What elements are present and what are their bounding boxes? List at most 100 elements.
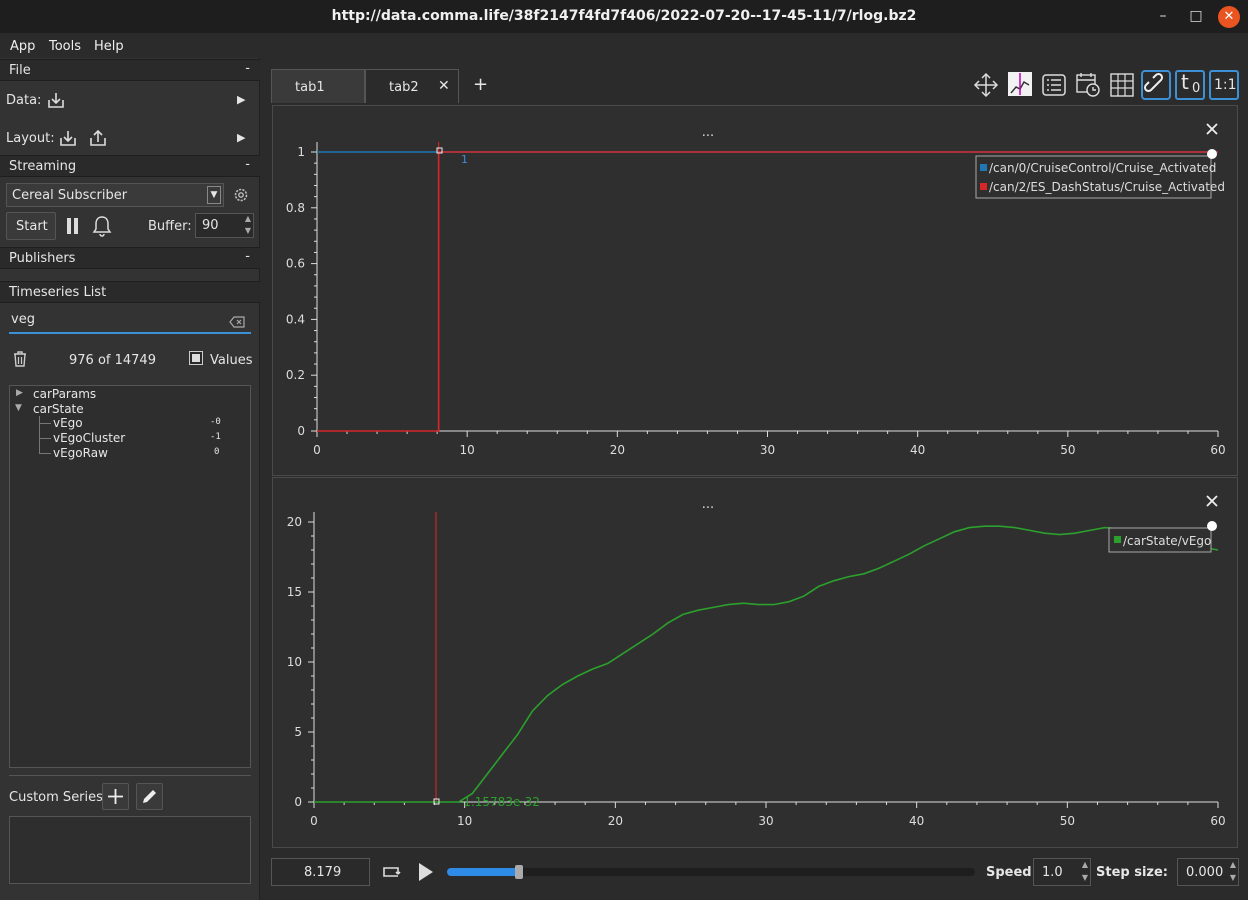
- plot-1-canvas[interactable]: ... 0 10 20 30 40 50 60 1 0.8 0.6 0.4 0.2 0 /can/0/C…: [273, 106, 1237, 475]
- streaming-section-header[interactable]: Streaming -: [0, 155, 260, 177]
- close-icon[interactable]: ✕: [1218, 6, 1240, 28]
- calendar-clock-icon[interactable]: [1075, 72, 1101, 98]
- x-tick-label: 60: [1210, 443, 1225, 457]
- y-tick-label: 0.6: [286, 257, 305, 271]
- file-header-label: File: [9, 63, 31, 78]
- data-expand-icon[interactable]: ▶: [237, 93, 245, 106]
- x-tick-label: 10: [460, 443, 475, 457]
- subscriber-select[interactable]: Cereal Subscriber ▼: [6, 183, 224, 207]
- legend-swatch: [980, 183, 987, 190]
- plot-2-canvas[interactable]: ... 0 10 20 30 40 50 6020151050 /carState/vEgo…: [273, 478, 1237, 847]
- spin-down-icon[interactable]: ▼: [1230, 873, 1236, 882]
- time-offset-button[interactable]: t 0: [1175, 70, 1205, 100]
- clear-search-icon[interactable]: [229, 316, 245, 328]
- expand-icon[interactable]: ▶: [16, 388, 23, 398]
- move-icon[interactable]: [973, 72, 999, 98]
- tab-1[interactable]: tab1: [271, 69, 365, 103]
- x-tick-label: 30: [760, 443, 775, 457]
- zoom-out-icon[interactable]: [1007, 71, 1033, 97]
- x-tick-label: 0: [310, 814, 318, 828]
- gear-icon[interactable]: [232, 186, 250, 204]
- close-tab-icon[interactable]: ✕: [438, 78, 450, 94]
- publishers-section-header[interactable]: Publishers -: [0, 247, 260, 269]
- t0-label: t: [1181, 70, 1189, 94]
- collapse-icon[interactable]: -: [245, 61, 250, 76]
- load-data-icon[interactable]: [46, 90, 66, 110]
- grid-icon[interactable]: [1109, 72, 1135, 98]
- x-tick-label: 20: [610, 443, 625, 457]
- play-icon[interactable]: [416, 861, 436, 883]
- link-icon[interactable]: [1141, 70, 1171, 100]
- close-plot-icon[interactable]: [1206, 495, 1218, 507]
- time-field[interactable]: 8.179: [271, 858, 370, 886]
- load-layout-icon[interactable]: [58, 128, 78, 148]
- tab-label: tab1: [295, 80, 325, 95]
- minimize-icon[interactable]: –: [1152, 6, 1174, 28]
- spin-up-icon[interactable]: ▲: [245, 214, 251, 223]
- chevron-down-icon: ▼: [207, 186, 221, 204]
- spin-down-icon[interactable]: ▼: [1082, 873, 1088, 882]
- plot-panel-1[interactable]: ... 0 10 20 30 40 50 60 1 0.8 0.6 0.4 0.2 0 /can/0/C…: [272, 105, 1238, 476]
- publishers-header-label: Publishers: [9, 251, 76, 266]
- menu-app[interactable]: App: [10, 39, 35, 54]
- spin-up-icon[interactable]: ▲: [1230, 860, 1236, 869]
- ratio-button[interactable]: 1:1: [1209, 70, 1239, 100]
- timeline-slider[interactable]: [447, 865, 975, 879]
- tree-item-carstate[interactable]: carState: [33, 402, 84, 416]
- maximize-icon[interactable]: □: [1185, 6, 1207, 28]
- search-value: veg: [11, 312, 35, 327]
- legend-entry: /carState/vEgo: [1123, 534, 1211, 548]
- custom-series-list: [9, 816, 251, 884]
- save-layout-icon[interactable]: [88, 128, 108, 148]
- step-spinbox[interactable]: 0.000 ▲ ▼: [1177, 858, 1239, 886]
- timeseries-header-label: Timeseries List: [9, 285, 107, 300]
- file-section-header[interactable]: File -: [0, 59, 260, 81]
- buffer-spinbox[interactable]: 90 ▲ ▼: [195, 213, 254, 238]
- spin-down-icon[interactable]: ▼: [245, 226, 251, 235]
- collapse-icon[interactable]: -: [245, 157, 250, 172]
- layout-expand-icon[interactable]: ▶: [237, 131, 245, 144]
- collapse-icon[interactable]: -: [245, 249, 250, 264]
- collapse-tree-icon[interactable]: ▼: [15, 403, 22, 413]
- plot-legend[interactable]: /can/0/CruiseControl/Cruise_Activated /c…: [975, 155, 1225, 199]
- plot-panel-2[interactable]: ... 0 10 20 30 40 50 60 20 15 10 5 0 /carState/vEgo…: [272, 477, 1238, 848]
- x-tick-label: 40: [909, 814, 924, 828]
- edit-custom-series-button[interactable]: [136, 783, 163, 810]
- legend-handle[interactable]: [1207, 149, 1217, 159]
- y-tick-label: 1: [297, 145, 305, 159]
- x-tick-label: 50: [1060, 443, 1075, 457]
- start-button[interactable]: Start: [6, 212, 56, 240]
- tree-item-vegocluster[interactable]: vEgoCluster: [53, 431, 125, 445]
- tree-item-vegoraw[interactable]: vEgoRaw: [53, 446, 108, 460]
- repeat-icon[interactable]: [379, 862, 403, 882]
- bell-icon[interactable]: [92, 215, 112, 237]
- plot-legend[interactable]: /carState/vEgo: [1108, 527, 1212, 553]
- close-plot-icon[interactable]: [1206, 123, 1218, 135]
- timeseries-tree: ▶ carParams ▼ carState vEgo -0 vEgoClust…: [9, 385, 251, 768]
- add-tab-button[interactable]: +: [473, 74, 488, 95]
- menu-help[interactable]: Help: [94, 39, 124, 54]
- values-checkbox[interactable]: [189, 351, 203, 365]
- add-custom-series-button[interactable]: [102, 783, 129, 810]
- spin-up-icon[interactable]: ▲: [1082, 860, 1088, 869]
- tab-label: tab2: [389, 80, 419, 95]
- legend-icon[interactable]: [1041, 72, 1067, 98]
- menu-tools[interactable]: Tools: [49, 39, 81, 54]
- tree-item-carparams[interactable]: carParams: [33, 387, 96, 401]
- y-tick-label: 0: [297, 424, 305, 438]
- pause-icon[interactable]: [64, 216, 82, 236]
- x-tick-label: 40: [910, 443, 925, 457]
- legend-swatch: [980, 164, 987, 171]
- menu-bar: App Tools Help: [0, 33, 1248, 58]
- trash-icon[interactable]: [12, 350, 28, 368]
- y-tick-label: 15: [287, 585, 302, 599]
- tree-item-vego[interactable]: vEgo: [53, 416, 83, 430]
- tab-2[interactable]: tab2 ✕: [365, 69, 459, 103]
- timeline-handle[interactable]: [514, 865, 523, 879]
- series-count: 976 of 14749: [69, 353, 156, 368]
- legend-swatch: [1114, 536, 1121, 543]
- legend-handle[interactable]: [1207, 521, 1217, 531]
- search-input[interactable]: veg: [9, 310, 251, 334]
- window-titlebar: http://data.comma.life/38f2147f4fd7f406/…: [0, 0, 1248, 33]
- speed-spinbox[interactable]: 1.0 ▲ ▼: [1033, 858, 1091, 886]
